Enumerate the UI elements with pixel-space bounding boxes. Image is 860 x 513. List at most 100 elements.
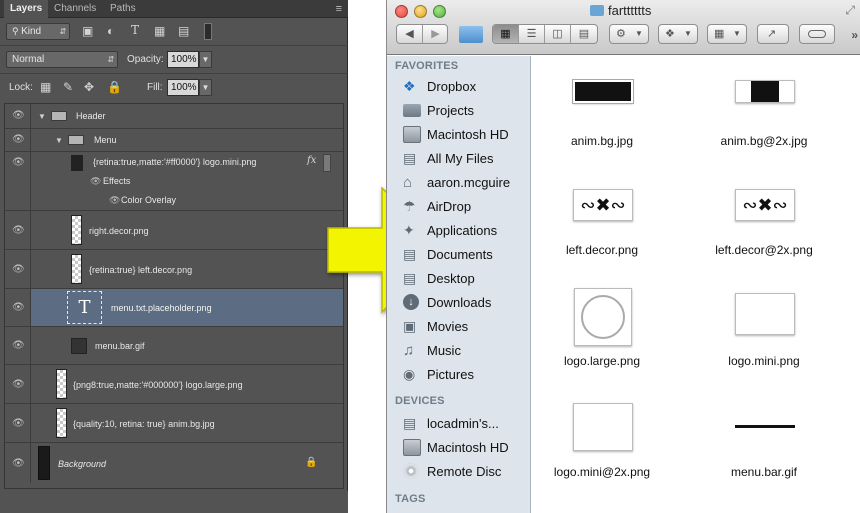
sidebar-item-pictures[interactable]: ◉ Pictures [403, 364, 527, 386]
tab-layers[interactable]: Layers [4, 0, 49, 19]
sidebar-item-movies[interactable]: ▣ Movies [403, 316, 527, 338]
filter-kind-dropdown[interactable]: ⚲ Kind ⇵ [6, 23, 70, 40]
sidebar-item-macintosh-hd[interactable]: Macintosh HD [403, 124, 527, 146]
file-item[interactable]: logo.mini.png [699, 286, 829, 386]
file-name: left.decor.png [565, 243, 639, 257]
column-view-button[interactable]: ◫ [545, 25, 571, 43]
visibility-eye-icon[interactable]: 👁 [12, 379, 25, 390]
back-button[interactable]: ◀ [397, 25, 423, 43]
lock-transparent-icon[interactable]: ▦ [40, 79, 51, 96]
layer-left-decor[interactable]: 👁 {retina:true} left.decor.png [5, 250, 343, 289]
sidebar-item-remote-disc[interactable]: Remote Disc [403, 461, 527, 483]
type-filter-icon[interactable]: T [131, 22, 139, 39]
file-item[interactable]: logo.large.png [537, 286, 667, 386]
disclosure-triangle-icon[interactable]: ▼ [38, 112, 46, 121]
sidebar-item-label: Pictures [427, 367, 474, 382]
file-name: logo.mini@2x.png [553, 465, 651, 479]
sidebar-item-airdrop[interactable]: ☂ AirDrop [403, 196, 527, 218]
layer-name: Background [58, 459, 107, 469]
folder-icon [590, 5, 604, 16]
tags-button[interactable] [799, 24, 835, 44]
dropbox-menu-button[interactable]: ❖ ▼ [658, 24, 698, 44]
list-view-button[interactable]: ☰ [519, 25, 545, 43]
zoom-window-button[interactable] [433, 5, 446, 18]
sidebar-item-computer[interactable]: ▤ locadmin's... [403, 413, 527, 435]
layer-background[interactable]: 👁 Background 🔒 [5, 443, 343, 483]
icon-view-button[interactable]: ▦ [493, 25, 519, 43]
layer-name: menu.bar.gif [95, 341, 145, 351]
smart-object-filter-icon[interactable]: ▤ [178, 23, 189, 40]
folder-path-icon[interactable] [459, 26, 483, 43]
sidebar-item-applications[interactable]: ✦ Applications [403, 220, 527, 242]
hard-drive-icon [403, 439, 421, 456]
layer-name: {png8:true,matte:'#000000'} logo.large.p… [73, 380, 243, 390]
pixel-filter-icon[interactable]: ▣ [82, 23, 93, 40]
visibility-eye-icon[interactable]: 👁 [12, 134, 25, 145]
tab-channels[interactable]: Channels [48, 0, 102, 18]
file-item[interactable]: ∾✖∾ left.decor.png [537, 186, 667, 286]
layer-right-decor[interactable]: 👁 right.decor.png [5, 211, 343, 250]
file-item[interactable]: anim.bg.jpg [537, 74, 667, 174]
opacity-slider-button[interactable]: ▼ [199, 51, 212, 68]
visibility-eye-icon[interactable]: 👁 [12, 458, 25, 469]
sidebar-item-all-my-files[interactable]: ▤ All My Files [403, 148, 527, 170]
sidebar-item-downloads[interactable]: ↓ Downloads [403, 292, 527, 314]
fx-scroll-toggle[interactable] [323, 154, 331, 172]
file-thumbnail: ∾✖∾ [573, 189, 633, 221]
file-item[interactable]: logo.mini@2x.png [537, 398, 667, 498]
opacity-input[interactable]: 100% [167, 51, 199, 68]
layer-anim-bg[interactable]: 👁 {quality:10, retina: true} anim.bg.jpg [5, 404, 343, 443]
effect-visibility-eye-icon[interactable]: 👁 [109, 195, 120, 206]
file-item[interactable]: ∾✖∾ left.decor@2x.png [699, 186, 829, 286]
forward-button[interactable]: ▶ [423, 25, 448, 43]
coverflow-view-button[interactable]: ▤ [571, 25, 597, 43]
layer-group-menu[interactable]: 👁 ▼ Menu [5, 129, 343, 152]
file-item[interactable]: menu.bar.gif [699, 398, 829, 498]
layer-logo-mini[interactable]: 👁 {retina:true,matte:'#ff0000'} logo.min… [5, 152, 343, 211]
adjustment-filter-icon[interactable]: ◐ [107, 23, 114, 40]
sidebar-item-dropbox[interactable]: ❖ Dropbox [403, 76, 527, 98]
fx-icon[interactable]: fx [307, 155, 316, 166]
sidebar-item-desktop[interactable]: ▤ Desktop [403, 268, 527, 290]
blend-mode-dropdown[interactable]: Normal ⇵ [6, 51, 118, 68]
sidebar-item-projects[interactable]: Projects [403, 100, 527, 122]
chevron-updown-icon: ⇵ [59, 27, 67, 36]
share-button[interactable]: ↗ [757, 24, 789, 44]
sidebar-item-music[interactable]: ♫ Music [403, 340, 527, 362]
visibility-eye-icon[interactable]: 👁 [12, 264, 25, 275]
tab-paths[interactable]: Paths [104, 0, 142, 18]
fill-input[interactable]: 100% [167, 79, 199, 96]
fill-slider-button[interactable]: ▼ [199, 79, 212, 96]
all-files-icon: ▤ [403, 150, 417, 166]
sidebar-item-label: aaron.mcguire [427, 175, 511, 190]
lock-position-icon[interactable]: ✥ [84, 79, 94, 96]
action-menu-button[interactable]: ⚙ ▼ [609, 24, 649, 44]
panel-menu-icon[interactable]: ≡ [336, 2, 342, 16]
layer-logo-large[interactable]: 👁 {png8:true,matte:'#000000'} logo.large… [5, 365, 343, 404]
arrange-menu-button[interactable]: ▦ ▼ [707, 24, 747, 44]
visibility-eye-icon[interactable]: 👁 [12, 225, 25, 236]
minimize-window-button[interactable] [414, 5, 427, 18]
close-window-button[interactable] [395, 5, 408, 18]
lock-all-icon[interactable]: 🔒 [107, 79, 122, 96]
layer-menu-bar[interactable]: 👁 menu.bar.gif [5, 327, 343, 365]
toolbar-overflow-icon[interactable]: » [851, 28, 858, 42]
layer-group-header[interactable]: 👁 ▼ Header [5, 104, 343, 129]
visibility-eye-icon[interactable]: 👁 [12, 157, 25, 168]
layer-menu-txt-placeholder[interactable]: 👁 T menu.txt.placeholder.png [5, 289, 343, 327]
sidebar-item-device-macintosh-hd[interactable]: Macintosh HD [403, 437, 527, 459]
effects-visibility-eye-icon[interactable]: 👁 [90, 176, 101, 187]
shape-filter-icon[interactable]: ▦ [154, 23, 165, 40]
visibility-eye-icon[interactable]: 👁 [12, 302, 25, 313]
visibility-eye-icon[interactable]: 👁 [12, 340, 25, 351]
visibility-eye-icon[interactable]: 👁 [12, 418, 25, 429]
computer-icon: ▤ [403, 415, 417, 431]
file-item[interactable]: anim.bg@2x.jpg [699, 74, 829, 174]
filter-toggle[interactable] [204, 23, 212, 40]
disclosure-triangle-icon[interactable]: ▼ [55, 136, 63, 145]
lock-image-icon[interactable]: ✎ [63, 79, 73, 96]
sidebar-item-documents[interactable]: ▤ Documents [403, 244, 527, 266]
visibility-eye-icon[interactable]: 👁 [12, 110, 25, 121]
sidebar-item-home[interactable]: ⌂ aaron.mcguire [403, 172, 527, 194]
fullscreen-icon[interactable]: ⤢ [845, 3, 855, 18]
